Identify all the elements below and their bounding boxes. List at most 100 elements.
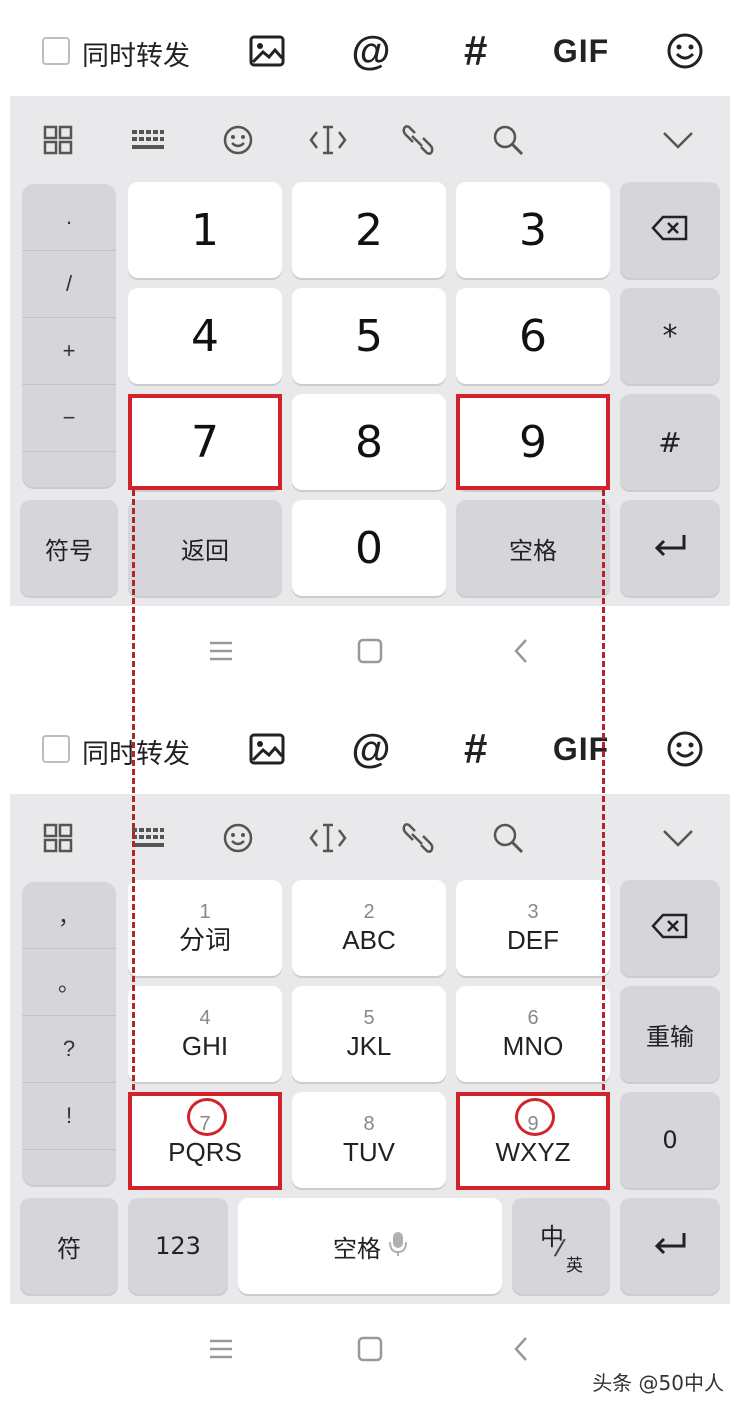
forward-checkbox[interactable] — [42, 735, 70, 763]
key-number: 1 — [199, 901, 211, 923]
key-0[interactable]: 0 — [292, 500, 446, 596]
key-5-jkl[interactable]: 5 JKL — [292, 986, 446, 1082]
highlight-box-key-7-top — [128, 394, 282, 490]
key-number: 5 — [363, 1007, 375, 1029]
hash-key[interactable]: # — [620, 394, 720, 490]
key-letters: 分词 — [178, 925, 231, 955]
key-label: 重输 — [646, 1022, 694, 1051]
key-3-def[interactable]: 3 DEF — [456, 880, 610, 976]
key-label: 2 — [355, 204, 383, 256]
at-icon[interactable]: @ — [346, 26, 396, 76]
key-8-tuv[interactable]: 8 TUV — [292, 1092, 446, 1188]
key-number: 2 — [363, 901, 375, 923]
keyboard-panel: ， 。 ? ! 1 分词 2 ABC 3 DEF 4 GHI 5 JKL 6 M… — [10, 794, 730, 1304]
key-6-mno[interactable]: 6 MNO — [456, 986, 610, 1082]
space-key[interactable]: 空格 — [238, 1198, 502, 1294]
compose-toolbar: 同时转发 @ # GIF — [0, 0, 740, 96]
image-icon[interactable] — [242, 724, 292, 774]
forward-label: 同时转发 — [82, 41, 190, 72]
emoji-icon[interactable] — [660, 26, 710, 76]
key-4-ghi[interactable]: 4 GHI — [128, 986, 282, 1082]
back-icon[interactable] — [506, 636, 536, 666]
hash-icon[interactable]: # — [450, 26, 500, 76]
menu-icon[interactable] — [206, 1334, 236, 1364]
symbols-key[interactable]: 符号 — [20, 500, 118, 596]
key-1[interactable]: 1 — [128, 182, 282, 278]
lang-switch-key[interactable]: 中 / 英 — [512, 1198, 610, 1294]
zero-key[interactable]: 0 — [620, 1092, 720, 1188]
apps-grid-icon[interactable] — [36, 816, 80, 860]
clipboard-link-icon[interactable] — [396, 118, 440, 162]
watermark: 头条 @50中人 — [592, 1371, 724, 1395]
cursor-move-icon[interactable] — [306, 118, 350, 162]
key-3[interactable]: 3 — [456, 182, 610, 278]
space-key[interactable]: 空格 — [456, 500, 610, 596]
back-icon[interactable] — [506, 1334, 536, 1364]
key-label: # — [658, 425, 682, 459]
image-icon[interactable] — [242, 26, 292, 76]
system-nav-bar — [0, 606, 740, 696]
symbols-key[interactable]: 符 — [20, 1198, 118, 1294]
home-icon[interactable] — [355, 636, 385, 666]
punct-key[interactable]: + — [22, 318, 116, 385]
hash-icon[interactable]: # — [450, 724, 500, 774]
key-5[interactable]: 5 — [292, 288, 446, 384]
key-letters: MNO — [502, 1031, 564, 1061]
punct-key[interactable]: . — [22, 184, 116, 251]
key-label: 6 — [519, 310, 547, 362]
search-icon[interactable] — [486, 118, 530, 162]
key-label: * — [662, 318, 678, 354]
at-icon[interactable]: @ — [346, 724, 396, 774]
home-icon[interactable] — [355, 1334, 385, 1364]
collapse-chevron-icon[interactable] — [656, 118, 700, 162]
key-1-segment[interactable]: 1 分词 — [128, 880, 282, 976]
key-2[interactable]: 2 — [292, 182, 446, 278]
punct-key[interactable]: / — [22, 251, 116, 318]
cursor-move-icon[interactable] — [306, 816, 350, 860]
dashed-connector-right — [602, 490, 605, 1090]
punct-key[interactable]: 。 — [22, 949, 116, 1016]
collapse-chevron-icon[interactable] — [656, 816, 700, 860]
apps-grid-icon[interactable] — [36, 118, 80, 162]
emoji-icon[interactable] — [216, 118, 260, 162]
key-label: 返回 — [181, 536, 229, 565]
key-label: 123 — [155, 1232, 201, 1260]
enter-key[interactable] — [620, 1198, 720, 1294]
punct-key[interactable]: − — [22, 385, 116, 452]
key-label: 8 — [355, 416, 383, 468]
delete-key[interactable] — [620, 182, 720, 278]
punct-key[interactable]: ， — [22, 882, 116, 949]
numbers-key[interactable]: 123 — [128, 1198, 228, 1294]
keyboard-panel: . / + − 1 2 3 4 5 6 * 7 8 9 # 符号 返回 0 空格 — [10, 96, 730, 606]
enter-key[interactable] — [620, 500, 720, 596]
gif-icon[interactable]: GIF — [553, 26, 608, 76]
dashed-connector-left — [132, 490, 135, 1090]
key-8[interactable]: 8 — [292, 394, 446, 490]
key-label: 3 — [519, 204, 547, 256]
star-key[interactable]: * — [620, 288, 720, 384]
key-6[interactable]: 6 — [456, 288, 610, 384]
menu-icon[interactable] — [206, 636, 236, 666]
emoji-icon[interactable] — [660, 724, 710, 774]
keyboard-icon[interactable] — [126, 118, 170, 162]
key-letters: JKL — [346, 1031, 392, 1061]
punct-key[interactable]: ! — [22, 1083, 116, 1150]
search-icon[interactable] — [486, 816, 530, 860]
lang-sub-label: 英 — [566, 1256, 583, 1276]
reenter-key[interactable]: 重输 — [620, 986, 720, 1082]
back-key[interactable]: 返回 — [128, 500, 282, 596]
key-label: 0 — [662, 1126, 678, 1154]
punct-key[interactable]: ? — [22, 1016, 116, 1083]
key-number: 3 — [527, 901, 539, 923]
key-label: 符 — [57, 1234, 81, 1263]
forward-checkbox[interactable] — [42, 37, 70, 65]
emoji-icon[interactable] — [216, 816, 260, 860]
key-2-abc[interactable]: 2 ABC — [292, 880, 446, 976]
clipboard-link-icon[interactable] — [396, 816, 440, 860]
microphone-icon — [389, 1231, 407, 1262]
key-number: 6 — [527, 1007, 539, 1029]
key-4[interactable]: 4 — [128, 288, 282, 384]
gif-icon[interactable]: GIF — [553, 724, 608, 774]
key-label: 5 — [355, 310, 383, 362]
delete-key[interactable] — [620, 880, 720, 976]
